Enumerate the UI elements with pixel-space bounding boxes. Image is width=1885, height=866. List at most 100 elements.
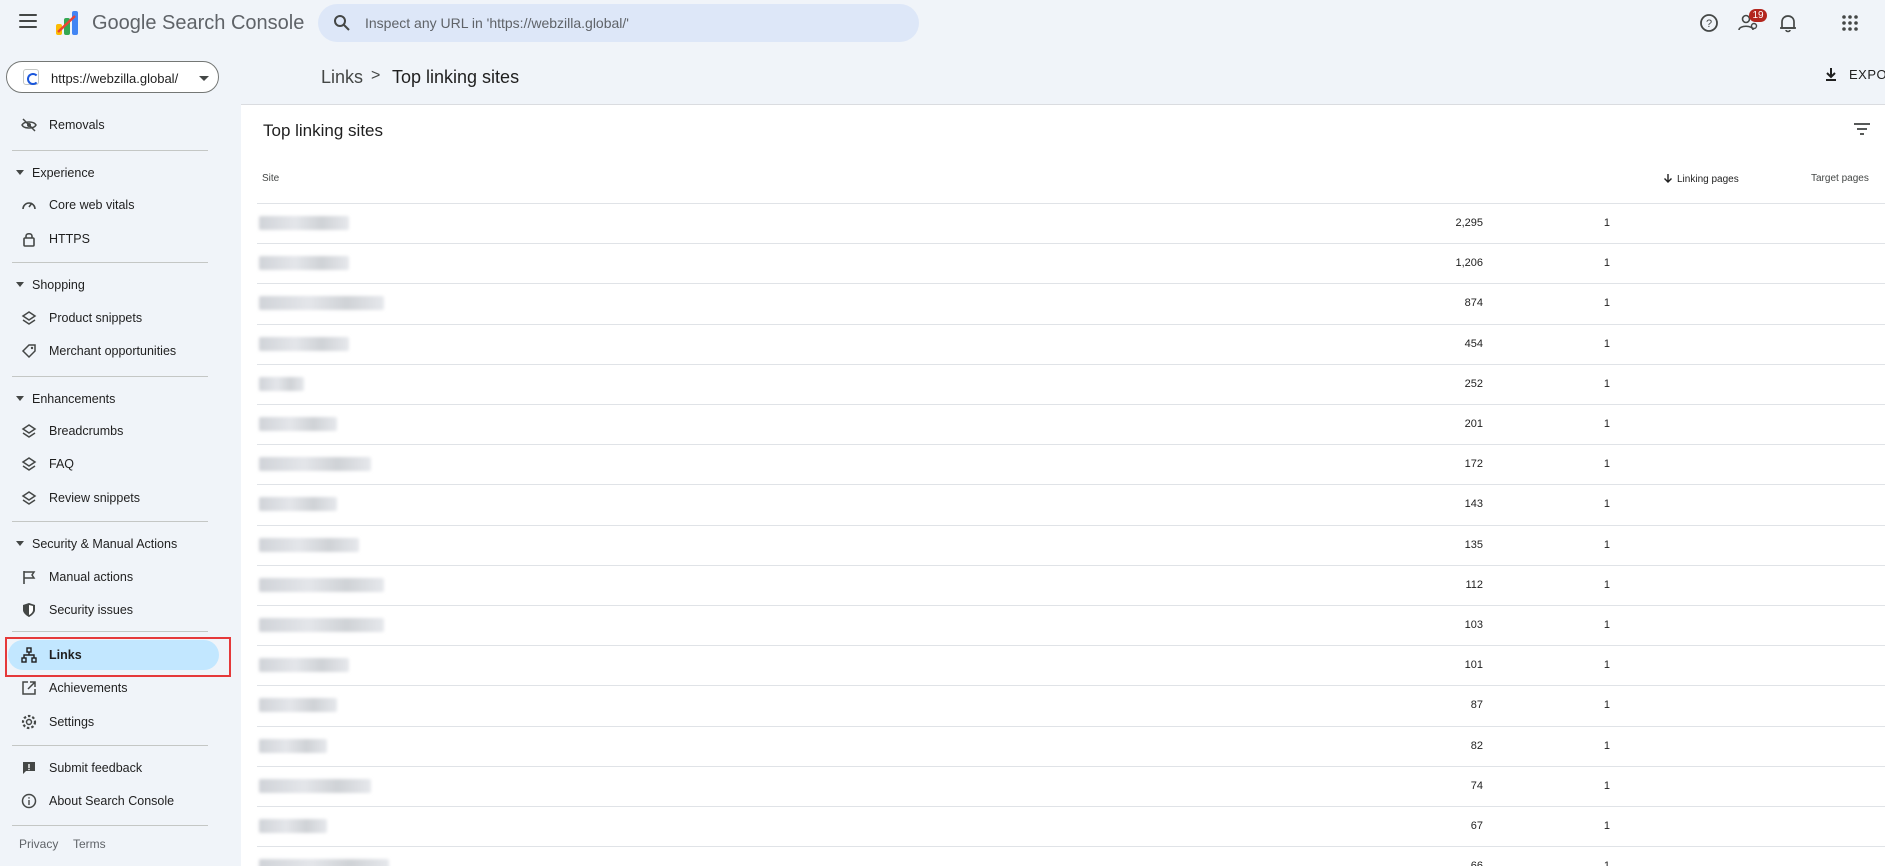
linking-pages-cell: 112 xyxy=(1465,578,1483,591)
sidebar-item-review-snippets[interactable]: Review snippets xyxy=(12,483,218,513)
flag-icon xyxy=(23,571,36,584)
section-experience[interactable]: Experience xyxy=(12,163,212,183)
linking-pages-cell: 874 xyxy=(1464,297,1483,310)
linking-pages-cell: 101 xyxy=(1464,659,1483,672)
sidebar-item-label: Removals xyxy=(49,118,105,132)
target-pages-cell: 1 xyxy=(1603,779,1610,792)
divider xyxy=(12,631,208,632)
table-row[interactable]: 135 1 xyxy=(257,524,1885,565)
search-icon xyxy=(334,15,350,31)
sidebar-item-submit-feedback[interactable]: Submit feedback xyxy=(12,753,218,783)
sidebar-item-product-snippets[interactable]: Product snippets xyxy=(12,303,218,333)
table-row[interactable]: 1,206 1 xyxy=(257,243,1885,283)
search-input[interactable] xyxy=(365,13,885,33)
terms-link[interactable]: Terms xyxy=(73,837,106,851)
sidebar-item-links[interactable]: Links xyxy=(8,640,219,670)
sidebar-item-about[interactable]: About Search Console xyxy=(12,786,218,816)
layers-icon xyxy=(21,457,37,471)
table-row[interactable]: 201 1 xyxy=(257,404,1885,444)
export-button[interactable]: EXPOR xyxy=(1823,66,1885,82)
tag-icon xyxy=(21,344,36,359)
section-security-manual-actions[interactable]: Security & Manual Actions xyxy=(12,534,212,554)
table-row[interactable]: 67 1 xyxy=(257,806,1885,846)
target-pages-cell: 1 xyxy=(1556,860,1610,866)
target-pages-cell: 1 xyxy=(1603,820,1610,832)
target-pages-cell: 1 xyxy=(1603,297,1610,310)
sidebar-item-settings[interactable]: Settings xyxy=(12,707,218,737)
breadcrumb-links[interactable]: Links xyxy=(321,67,363,87)
url-inspection-search[interactable] xyxy=(318,4,919,42)
table-row[interactable]: 172 1 xyxy=(257,444,1885,484)
table-row[interactable]: 112 1 xyxy=(257,564,1885,605)
chevron-down-icon xyxy=(199,76,209,81)
sidebar-item-label: Links xyxy=(49,648,82,662)
column-header-linking-pages[interactable]: Linking pages xyxy=(1663,173,1739,185)
apps-icon[interactable] xyxy=(1839,12,1861,34)
search-console-logo xyxy=(56,11,78,35)
sidebar-nav: Removals Experience Core web vitals HTTP… xyxy=(0,110,240,866)
menu-icon[interactable] xyxy=(19,14,37,28)
table-row[interactable]: 252 1 xyxy=(257,363,1885,404)
redacted-site-name xyxy=(259,658,349,673)
table-row[interactable]: 74 1 xyxy=(257,765,1885,806)
table-row[interactable]: 143 1 xyxy=(257,484,1885,524)
collapse-triangle-icon xyxy=(16,282,24,287)
sidebar-item-label: Product snippets xyxy=(49,311,143,325)
arrow-down-icon xyxy=(1664,174,1672,183)
table-row[interactable]: 82 1 xyxy=(257,725,1885,766)
section-shopping[interactable]: Shopping xyxy=(12,275,212,295)
sidebar-item-merchant-opportunities[interactable]: Merchant opportunities xyxy=(12,336,218,366)
table-row[interactable]: 66 1 xyxy=(257,846,1885,866)
table-row[interactable]: 103 1 xyxy=(257,605,1885,645)
sidebar-item-label: Achievements xyxy=(49,681,128,695)
redacted-site-name xyxy=(259,417,337,431)
redacted-site-name xyxy=(259,256,349,271)
property-selector[interactable]: https://webzilla.global/ xyxy=(6,61,219,93)
redacted-site-name xyxy=(259,376,304,391)
redacted-site-name xyxy=(259,497,337,512)
sidebar-item-label: Merchant opportunities xyxy=(49,344,177,358)
sidebar-item-breadcrumbs[interactable]: Breadcrumbs xyxy=(12,416,218,446)
sidebar-item-label: Core web vitals xyxy=(49,198,135,212)
notifications-icon[interactable] xyxy=(1777,12,1799,34)
filter-icon[interactable] xyxy=(1853,122,1871,136)
sidebar-item-removals[interactable]: Removals xyxy=(12,110,218,140)
redacted-site-name xyxy=(259,618,384,632)
export-label: EXPOR xyxy=(1849,66,1885,82)
sidebar-item-https[interactable]: HTTPS xyxy=(12,224,218,254)
layers-icon xyxy=(21,311,37,325)
sidebar-item-manual-actions[interactable]: Manual actions xyxy=(12,562,218,592)
card-title: Top linking sites xyxy=(263,121,384,140)
table-row[interactable]: 454 1 xyxy=(257,323,1885,364)
sidebar-item-label: Submit feedback xyxy=(49,761,143,775)
linking-pages-cell: 82 xyxy=(1470,739,1483,752)
sidebar-item-label: HTTPS xyxy=(49,232,90,246)
section-title: Shopping xyxy=(32,278,85,292)
target-pages-cell: 1 xyxy=(1603,458,1610,471)
section-enhancements[interactable]: Enhancements xyxy=(12,389,212,409)
help-icon[interactable]: ? xyxy=(1698,12,1720,34)
section-title: Enhancements xyxy=(32,392,116,406)
redacted-site-name xyxy=(259,537,359,552)
sidebar-item-label: About Search Console xyxy=(49,794,175,808)
column-header-site[interactable]: Site xyxy=(262,173,279,184)
target-pages-cell: 1 xyxy=(1603,217,1610,229)
sidebar-item-core-web-vitals[interactable]: Core web vitals xyxy=(12,190,218,220)
redacted-site-name xyxy=(259,738,327,753)
sidebar-item-achievements[interactable]: Achievements xyxy=(12,673,218,703)
linking-pages-cell: 103 xyxy=(1464,619,1483,631)
shield-icon xyxy=(23,603,35,617)
privacy-link[interactable]: Privacy xyxy=(19,837,58,851)
linking-pages-cell: 66 xyxy=(1427,860,1483,866)
table-row[interactable]: 2,295 1 xyxy=(257,203,1885,243)
table-row[interactable]: 874 1 xyxy=(257,283,1885,323)
app-title[interactable]: Google Search Console xyxy=(92,12,304,35)
sidebar-item-faq[interactable]: FAQ xyxy=(12,449,218,479)
divider xyxy=(12,150,208,151)
divider xyxy=(12,521,208,522)
table-row[interactable]: 87 1 xyxy=(257,685,1885,725)
column-header-target-pages[interactable]: Target pages xyxy=(1811,173,1869,184)
sidebar-item-security-issues[interactable]: Security issues xyxy=(12,595,218,625)
sidebar-item-label: Settings xyxy=(49,715,95,729)
table-row[interactable]: 101 1 xyxy=(257,645,1885,685)
